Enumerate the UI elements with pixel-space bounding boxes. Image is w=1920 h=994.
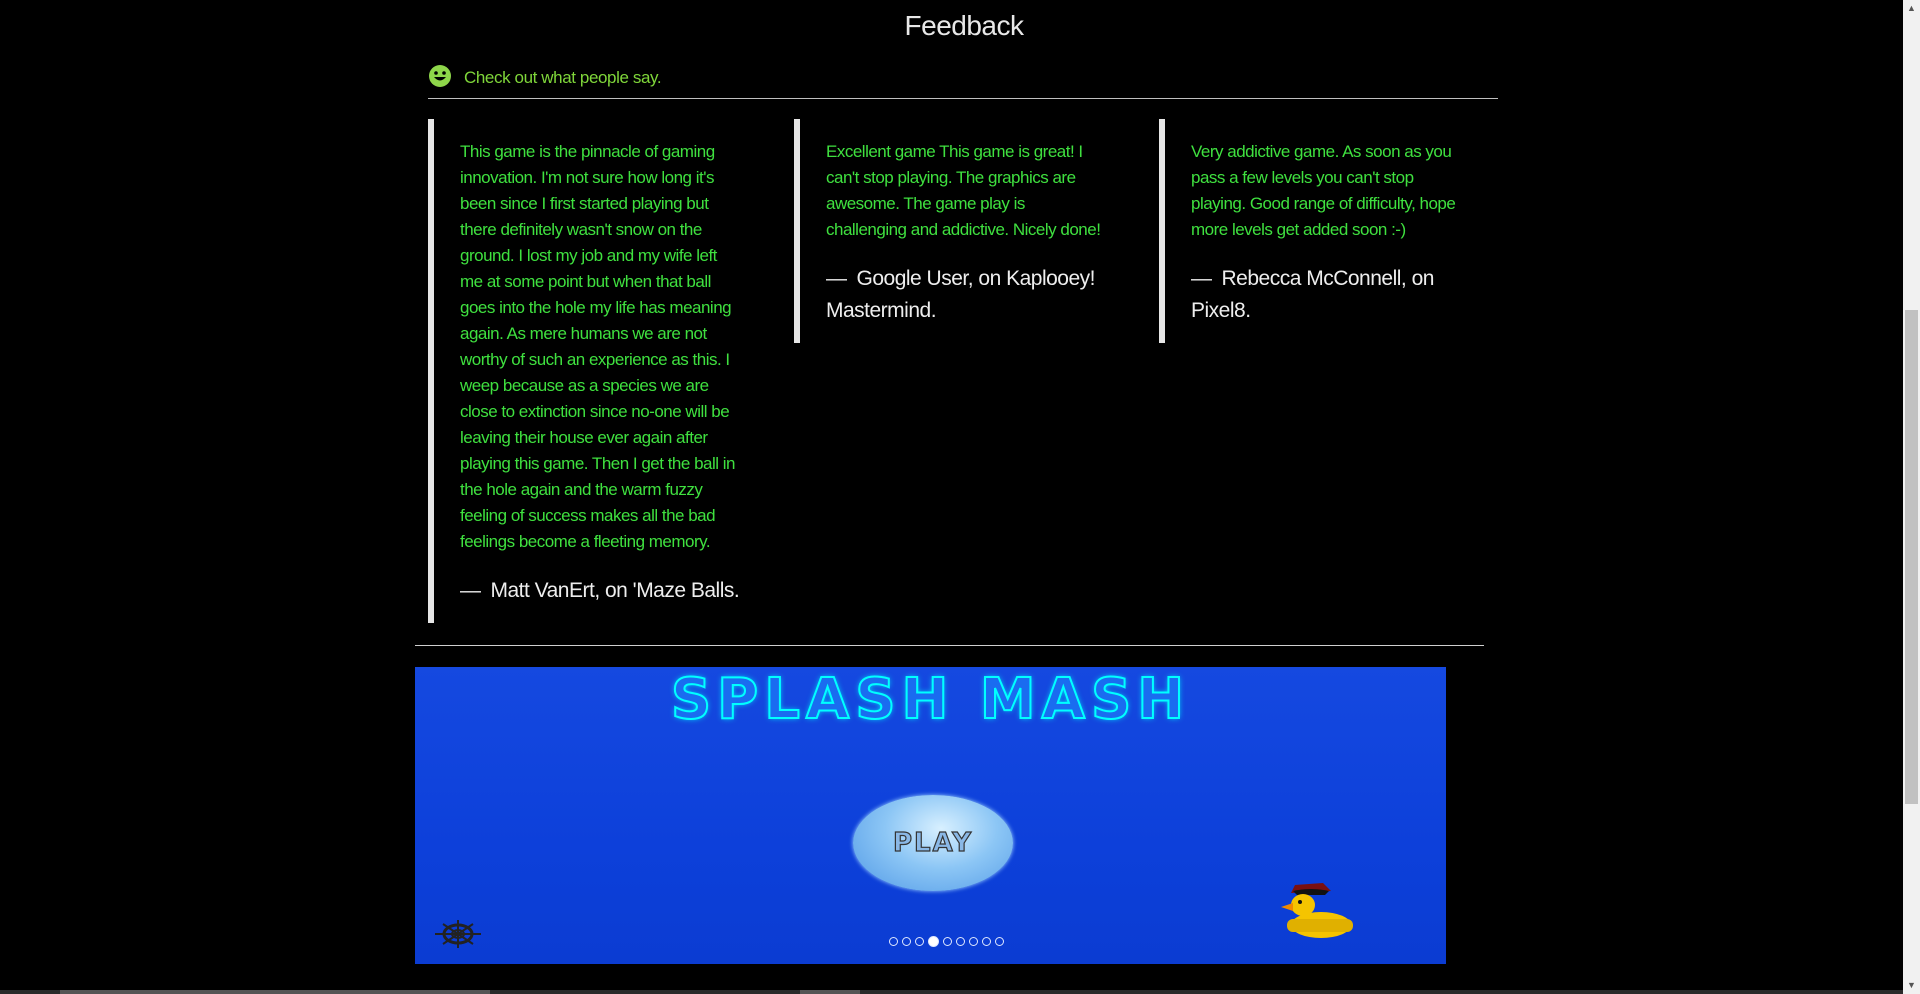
ship-wheel-icon[interactable]	[431, 917, 485, 951]
rubber-duck-icon[interactable]	[1267, 877, 1355, 943]
cite-author: Google User, on Kaplooey! Mastermind.	[826, 267, 1096, 322]
smile-icon	[429, 65, 451, 87]
cite-dash: —	[1191, 267, 1212, 290]
quote-citation: — Rebecca McConnell, on Pixel8.	[1191, 263, 1471, 343]
slider-dot[interactable]	[995, 937, 1004, 946]
quote-citation: — Matt VanErt, on 'Maze Balls.	[460, 575, 740, 623]
subhead-text: Check out what people say.	[464, 68, 662, 87]
cite-dash: —	[826, 267, 847, 290]
scroll-thumb[interactable]	[1905, 310, 1918, 804]
cite-author: Matt VanErt, on 'Maze Balls.	[490, 579, 740, 602]
slider-dot[interactable]	[969, 937, 978, 946]
page: Feedback Check out what people say. This…	[0, 0, 1920, 994]
quote-text: Very addictive game. As soon as you pass…	[1191, 142, 1456, 239]
section-title: Feedback	[904, 10, 1024, 41]
testimonial-quote: Excellent game This game is great! I can…	[794, 119, 1106, 343]
scroll-down-icon[interactable]: ▼	[1903, 977, 1920, 994]
slider-dot[interactable]	[956, 937, 965, 946]
horizontal-scroll-thumb[interactable]	[800, 990, 860, 994]
horizontal-scrollbar[interactable]	[0, 990, 1903, 994]
slider-dots	[889, 936, 1004, 947]
slider-dot[interactable]	[943, 937, 952, 946]
horizontal-scroll-thumb[interactable]	[60, 990, 490, 994]
testimonial-quote: Very addictive game. As soon as you pass…	[1159, 119, 1471, 343]
quote-text: This game is the pinnacle of gaming inno…	[460, 142, 735, 551]
slider-dot[interactable]	[982, 937, 991, 946]
scroll-up-icon[interactable]: ▲	[1903, 0, 1920, 17]
slider-dot[interactable]	[889, 937, 898, 946]
section-divider	[415, 645, 1484, 646]
slider-dot[interactable]	[915, 937, 924, 946]
feedback-subhead: Check out what people say.	[428, 60, 1498, 99]
game-logo: SPLASH MASH	[670, 667, 1191, 733]
slider-dot[interactable]	[902, 937, 911, 946]
play-button[interactable]: PLAY	[853, 795, 1013, 891]
play-label: PLAY	[892, 827, 974, 858]
testimonial-quote: This game is the pinnacle of gaming inno…	[428, 119, 740, 623]
quote-text: Excellent game This game is great! I can…	[826, 142, 1101, 239]
quote-citation: — Google User, on Kaplooey! Mastermind.	[826, 263, 1106, 343]
cite-author: Rebecca McConnell, on Pixel8.	[1191, 267, 1434, 322]
vertical-scrollbar[interactable]: ▲ ▼	[1903, 0, 1920, 994]
game-banner[interactable]: SPLASH MASH PLAY	[415, 667, 1446, 964]
cite-dash: —	[460, 579, 481, 602]
slider-dot[interactable]	[928, 936, 939, 947]
